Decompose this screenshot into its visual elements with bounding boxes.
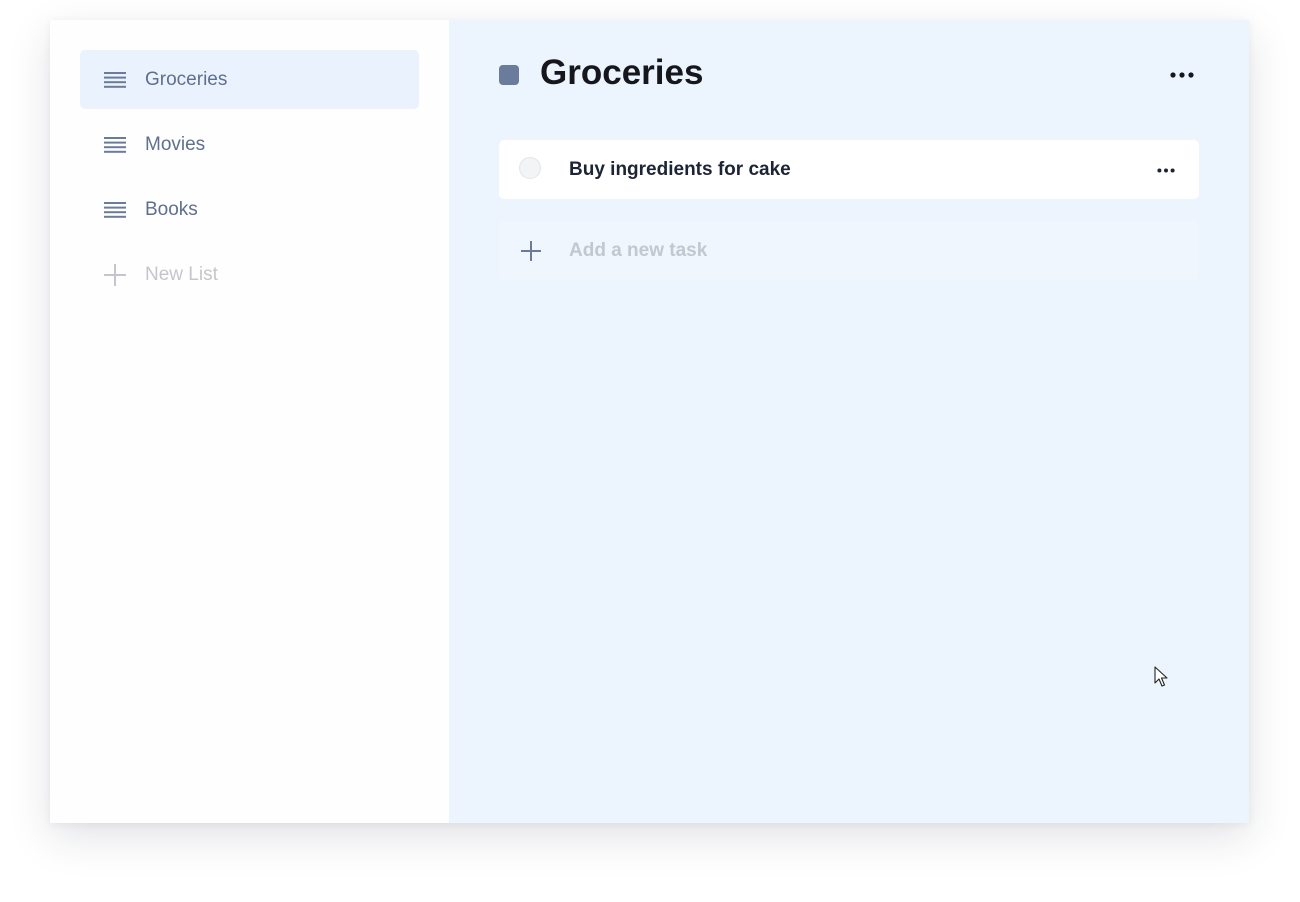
sidebar: Groceries Movies Books New List bbox=[50, 20, 449, 823]
task-item[interactable]: Buy ingredients for cake bbox=[499, 140, 1199, 199]
sidebar-item-label: Groceries bbox=[145, 68, 228, 90]
list-more-options-button[interactable] bbox=[1167, 60, 1197, 88]
page-title: Groceries bbox=[540, 53, 704, 92]
plus-icon bbox=[521, 240, 541, 261]
list-icon bbox=[104, 201, 126, 219]
app-window: Groceries Movies Books New List Grocerie… bbox=[50, 20, 1249, 823]
more-horizontal-icon bbox=[1170, 65, 1194, 83]
list-color-swatch bbox=[499, 65, 519, 85]
task-checkbox[interactable] bbox=[519, 157, 541, 179]
sidebar-item-movies[interactable]: Movies bbox=[80, 115, 419, 174]
sidebar-item-label: Movies bbox=[145, 133, 206, 155]
new-list-button[interactable]: New List bbox=[80, 245, 419, 304]
list-icon bbox=[104, 71, 126, 89]
more-horizontal-icon bbox=[1157, 160, 1175, 178]
plus-icon bbox=[104, 263, 126, 286]
add-task-row[interactable] bbox=[499, 221, 1199, 280]
main-panel: Groceries Buy ingredients for cake bbox=[449, 20, 1249, 823]
mouse-cursor-icon bbox=[1154, 666, 1168, 687]
task-label: Buy ingredients for cake bbox=[569, 158, 791, 180]
add-task-input[interactable] bbox=[567, 235, 1171, 266]
list-icon bbox=[104, 136, 126, 154]
sidebar-item-groceries[interactable]: Groceries bbox=[80, 50, 419, 109]
sidebar-item-books[interactable]: Books bbox=[80, 180, 419, 239]
new-list-label: New List bbox=[145, 263, 218, 285]
sidebar-item-label: Books bbox=[145, 198, 198, 220]
task-more-options-button[interactable] bbox=[1153, 155, 1179, 183]
